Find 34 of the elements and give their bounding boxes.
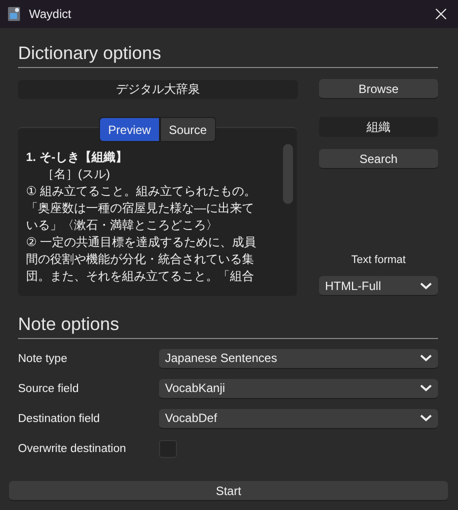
browse-button[interactable]: Browse — [319, 79, 438, 99]
start-button[interactable]: Start — [9, 481, 448, 501]
view-tab[interactable]: Source — [160, 117, 216, 142]
window-title: Waydict — [29, 7, 72, 21]
chevron-icon — [420, 384, 432, 392]
section-heading: Note options — [18, 314, 120, 334]
option-dropdown[interactable]: VocabDef — [159, 408, 438, 428]
option-dropdown[interactable]: VocabKanji — [159, 378, 438, 398]
app-icon — [8, 7, 20, 21]
chevron-icon — [420, 414, 432, 422]
definition-line: いる」〈漱石・満韓ところどころ〉 — [26, 217, 219, 234]
definition-line: ［名］(スル) — [41, 166, 111, 183]
chevron-icon — [420, 354, 432, 362]
definition-line: 団。また、それを組み立てること。「組合 — [26, 268, 255, 285]
scrollbar[interactable] — [283, 144, 293, 204]
search-button[interactable]: Search — [319, 149, 438, 169]
definition-line: 「奥座数は一種の宿屋見た様な—に出来て — [26, 200, 255, 217]
definition-line: ② 一定の共通目標を達成するために、成員 — [26, 234, 258, 251]
definition-line: ① 組み立てること。組み立てられたもの。 — [26, 183, 258, 200]
text-format-dropdown[interactable]: HTML-Full — [319, 276, 438, 296]
field-label: Source field — [18, 382, 80, 394]
view-tab[interactable]: Preview — [99, 117, 160, 142]
field-label: Note type — [18, 352, 68, 364]
option-dropdown[interactable]: Japanese Sentences — [159, 348, 438, 368]
dictionary-field[interactable]: デジタル大辞泉 — [18, 80, 298, 98]
chevron-icon — [420, 282, 432, 290]
search-field[interactable]: 組織 — [319, 117, 438, 137]
section-heading: Dictionary options — [18, 43, 162, 63]
field-label: Overwrite destination — [18, 442, 128, 454]
text-format-label: Text format — [350, 254, 407, 266]
definition-line: 間の役割や機能が分化・統合されている集 — [26, 251, 255, 268]
definition-line: 1. そ-しき【組織】 — [26, 149, 128, 166]
close-icon[interactable] — [435, 8, 447, 20]
field-label: Destination field — [18, 412, 101, 424]
